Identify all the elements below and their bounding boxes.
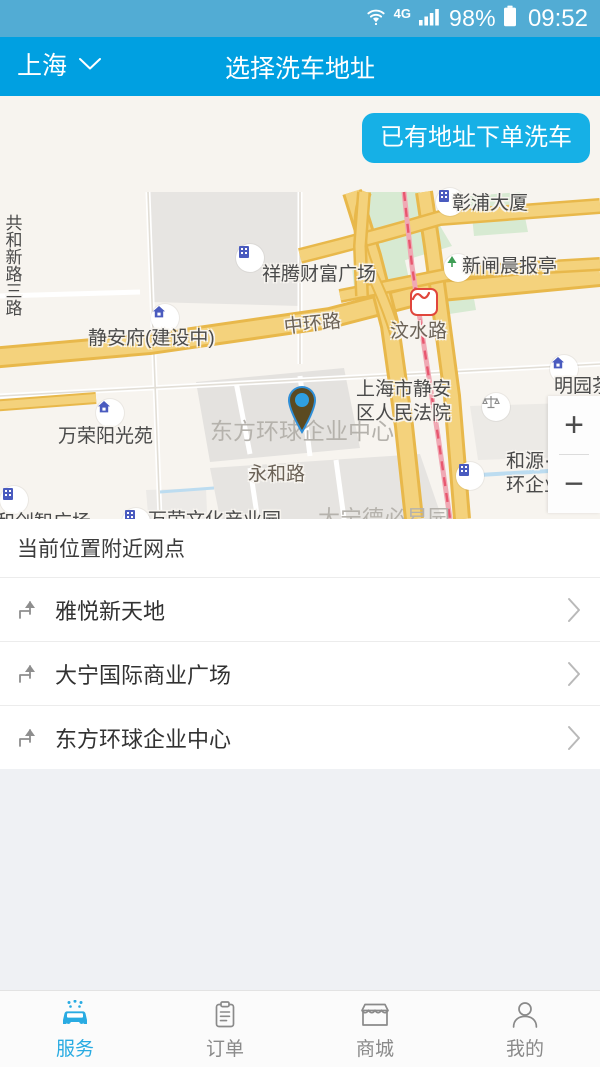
- network-type-label: 4G: [393, 6, 411, 21]
- map-label: 彰浦大厦: [452, 193, 529, 214]
- tab-label: 我的: [505, 1038, 544, 1060]
- chevron-right-icon: [566, 595, 583, 625]
- nearby-stations-panel: 当前位置附近网点 雅悦新天地 大宁国际商业广场 东方环球企业中心: [0, 519, 600, 769]
- list-item-label: 雅悦新天地: [55, 598, 166, 624]
- tab-store[interactable]: 商城: [300, 991, 450, 1067]
- city-selector[interactable]: 上海: [17, 54, 103, 79]
- battery-icon: [503, 5, 517, 32]
- map-label: 静安府(建设中): [88, 328, 215, 349]
- map-label: 永和路: [248, 464, 306, 485]
- tab-orders[interactable]: 订单: [150, 991, 300, 1067]
- tab-profile[interactable]: 我的: [450, 991, 600, 1067]
- tab-label: 商城: [355, 1038, 394, 1060]
- building-icon: [236, 244, 264, 272]
- city-selector-label: 上海: [17, 52, 68, 80]
- battery-percent-label: 98%: [449, 5, 496, 31]
- store-icon: [358, 1000, 392, 1035]
- route-arrow-icon: [17, 599, 51, 621]
- nearby-section-title: 当前位置附近网点: [17, 538, 185, 561]
- app-header: 选择洗车地址 上海: [0, 37, 600, 96]
- metro-station-icon: [410, 288, 438, 316]
- order-with-existing-address-button[interactable]: 已有地址下单洗车: [362, 113, 590, 163]
- map-label: 明园茶: [554, 376, 600, 397]
- map-label: 大宁德必易园: [318, 506, 451, 519]
- map-label: 汶水路: [390, 321, 448, 342]
- tab-label: 服务: [55, 1038, 94, 1060]
- courthouse-icon: [482, 393, 510, 421]
- list-item[interactable]: 东方环球企业中心: [0, 705, 600, 769]
- map-label: 万荣文化产业园: [148, 510, 281, 519]
- list-item-label: 东方环球企业中心: [55, 726, 232, 752]
- app-root: 4G 98% 09:52 选择洗车地址 上海 彰浦大厦 祥腾财富广场 新闸晨报亭…: [0, 0, 600, 1067]
- list-item-label: 大宁国际商业广场: [55, 662, 232, 688]
- zoom-in-button[interactable]: +: [548, 396, 600, 454]
- list-item[interactable]: 大宁国际商业广场: [0, 641, 600, 705]
- status-bar: 4G 98% 09:52: [0, 0, 600, 37]
- clipboard-icon: [210, 1000, 240, 1035]
- signal-bars-icon: [418, 7, 442, 31]
- wifi-icon: [365, 7, 387, 30]
- route-arrow-icon: [17, 727, 51, 749]
- tab-label: 订单: [205, 1038, 244, 1060]
- map-view[interactable]: 彰浦大厦 祥腾财富广场 新闸晨报亭 汶水路 中环路 静安府(建设中) 上海市静安…: [0, 96, 600, 519]
- car-wash-icon: [55, 999, 95, 1035]
- person-icon: [510, 1000, 540, 1035]
- home-icon: [96, 399, 124, 427]
- status-bar-icons: 4G 98% 09:52: [365, 5, 588, 32]
- map-zoom-controls: + −: [548, 396, 600, 513]
- map-label: 上海市静安: [356, 379, 452, 400]
- building-icon: [0, 486, 28, 514]
- clock-label: 09:52: [527, 4, 588, 32]
- map-label: 和创智广场: [0, 512, 91, 519]
- list-item[interactable]: 雅悦新天地: [0, 577, 600, 641]
- bottom-tab-bar: 服务 订单 商城 我的: [0, 990, 600, 1067]
- map-label: 新闸晨报亭: [462, 256, 558, 277]
- route-arrow-icon: [17, 663, 51, 685]
- chevron-right-icon: [566, 723, 583, 753]
- map-label: 共和新路三路: [2, 214, 22, 316]
- building-icon: [456, 462, 484, 490]
- tab-service[interactable]: 服务: [0, 991, 150, 1067]
- chevron-right-icon: [566, 659, 583, 689]
- map-label: 万荣阳光苑: [58, 426, 154, 447]
- zoom-out-button[interactable]: −: [548, 455, 600, 513]
- chevron-down-icon: [77, 56, 103, 77]
- map-label: 祥腾财富广场: [262, 264, 377, 285]
